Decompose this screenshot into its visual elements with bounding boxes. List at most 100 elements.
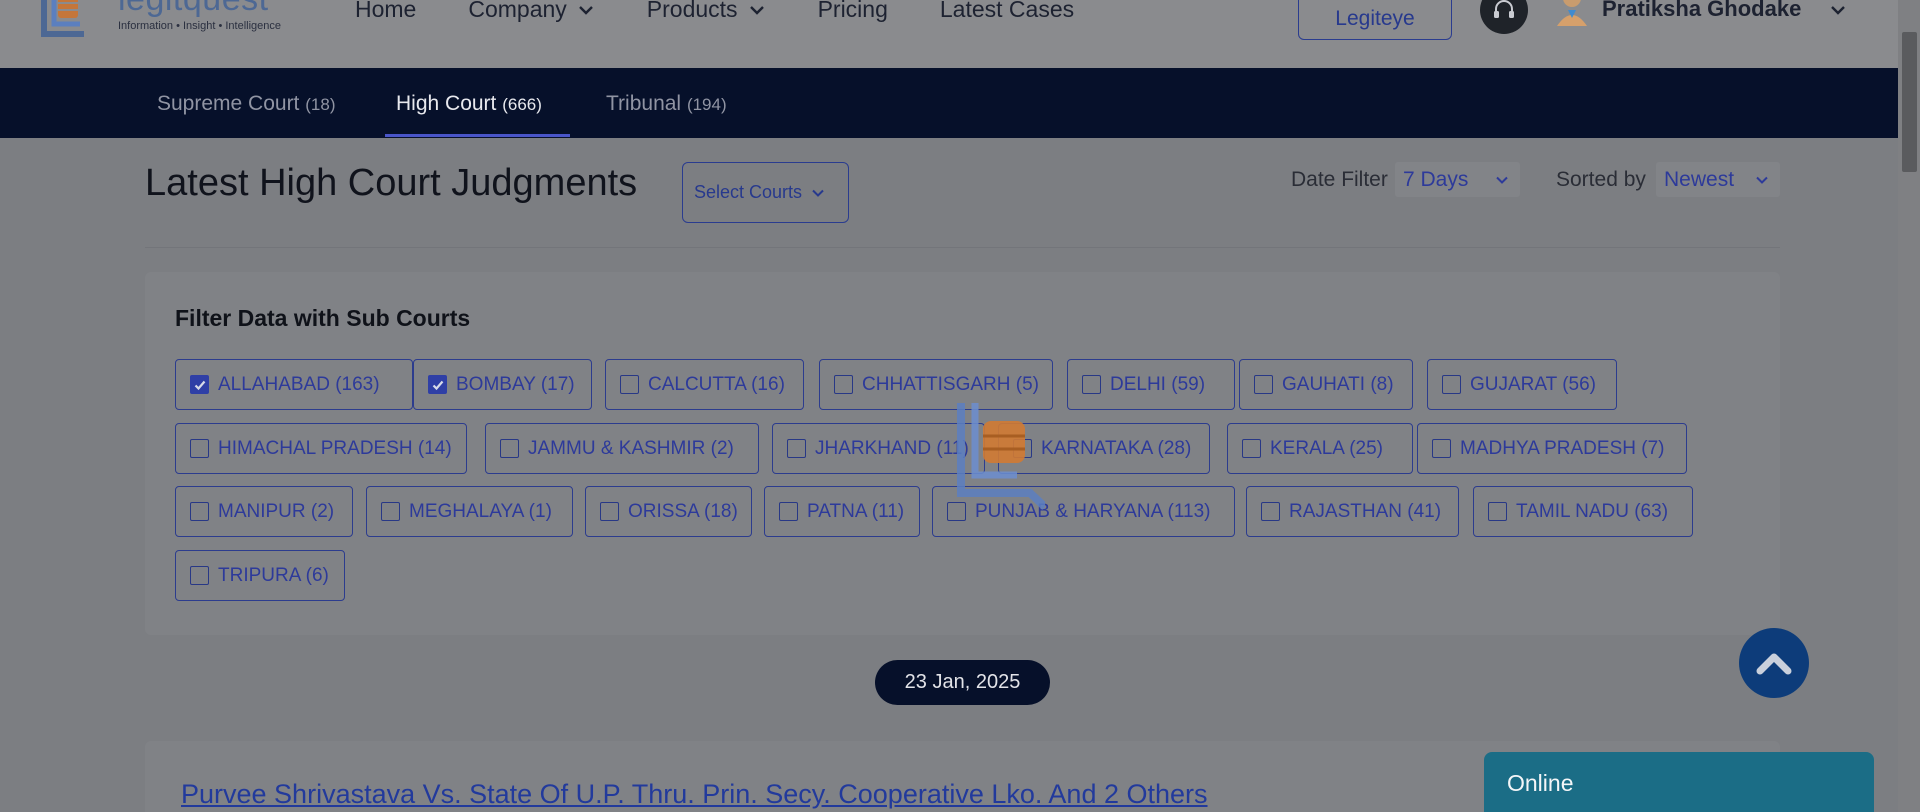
checkbox-icon[interactable]	[1254, 375, 1273, 394]
checkbox-icon[interactable]	[620, 375, 639, 394]
avatar[interactable]	[1555, 0, 1589, 26]
online-chat-widget[interactable]: Online	[1484, 752, 1874, 812]
sub-court-filter-chip[interactable]: PATNA (11)	[764, 486, 920, 537]
scrollbar-thumb[interactable]	[1902, 32, 1917, 172]
tab-high-court[interactable]: High Court (666)	[396, 92, 542, 116]
user-name[interactable]: Pratiksha Ghodake	[1602, 0, 1801, 22]
chip-label: MEGHALAYA (1)	[409, 500, 552, 522]
sub-court-filter-chip[interactable]: BOMBAY (17)	[413, 359, 592, 410]
chip-label: KARNATAKA (28)	[1041, 437, 1192, 459]
checkmark-icon	[432, 380, 443, 390]
sub-court-filter-chip[interactable]: ORISSA (18)	[585, 486, 752, 537]
checkbox-icon[interactable]	[600, 502, 619, 521]
chip-label: MADHYA PRADESH (7)	[1460, 437, 1665, 459]
sub-court-filter-chip[interactable]: TRIPURA (6)	[175, 550, 345, 601]
checkbox-icon[interactable]	[787, 439, 806, 458]
nav-item-latest-cases[interactable]: Latest Cases	[940, 0, 1074, 23]
chip-label: CALCUTTA (16)	[648, 373, 785, 395]
scrollbar[interactable]	[1898, 0, 1920, 812]
chevron-down-icon	[1496, 176, 1508, 184]
sorted-by-select[interactable]: Newest	[1656, 162, 1780, 197]
nav-item-label: Home	[355, 0, 417, 22]
checkbox-icon[interactable]	[1442, 375, 1461, 394]
scroll-to-top-button[interactable]	[1739, 628, 1809, 698]
legitquest-loader-icon	[957, 403, 1045, 510]
chip-label: GUJARAT (56)	[1470, 373, 1596, 395]
date-filter-label: Date Filter	[1291, 168, 1388, 191]
select-courts-dropdown[interactable]: Select Courts	[682, 162, 849, 223]
divider	[145, 247, 1780, 248]
chevron-down-icon[interactable]	[1828, 0, 1848, 20]
chip-label: PATNA (11)	[807, 500, 905, 522]
tab-label: High Court	[396, 92, 497, 115]
sub-court-filter-chip[interactable]: MANIPUR (2)	[175, 486, 353, 537]
main-nav: Home Company Products Pricing Latest Cases	[355, 0, 1074, 23]
nav-item-company[interactable]: Company	[468, 0, 594, 23]
chip-label: JHARKHAND (11)	[815, 437, 969, 459]
checkbox-icon[interactable]	[500, 439, 519, 458]
checkbox-icon[interactable]	[1242, 439, 1261, 458]
checkbox-icon[interactable]	[834, 375, 853, 394]
checkmark-icon	[194, 380, 205, 390]
chip-label: CHHATTISGARH (5)	[862, 373, 1039, 395]
checkbox-icon[interactable]	[1432, 439, 1451, 458]
checkbox-checked-icon[interactable]	[428, 375, 447, 394]
headset-icon	[1494, 0, 1514, 18]
logo-mark-icon	[41, 0, 84, 37]
tab-label: Supreme Court	[157, 92, 300, 115]
sub-court-filter-chip[interactable]: DELHI (59)	[1067, 359, 1235, 410]
nav-item-label: Products	[646, 0, 738, 22]
sub-court-filter-chip[interactable]: JAMMU & KASHMIR (2)	[485, 423, 759, 474]
sub-court-filter-chip[interactable]: KERALA (25)	[1227, 423, 1413, 474]
checkbox-icon[interactable]	[190, 502, 209, 521]
sub-court-filter-chip[interactable]: RAJASTHAN (41)	[1246, 486, 1459, 537]
chevron-up-icon	[1756, 653, 1792, 675]
chip-label: ORISSA (18)	[628, 500, 738, 522]
sub-court-filter-chip[interactable]: HIMACHAL PRADESH (14)	[175, 423, 467, 474]
checkbox-icon[interactable]	[1261, 502, 1280, 521]
chevron-down-icon	[578, 5, 593, 15]
chip-label: TRIPURA (6)	[218, 564, 329, 586]
checkbox-icon[interactable]	[779, 502, 798, 521]
logo-tagline: Information • Insight • Intelligence	[118, 20, 282, 32]
logo-text: legitquest	[118, 0, 269, 19]
checkbox-icon[interactable]	[1488, 502, 1507, 521]
nav-item-home[interactable]: Home	[355, 0, 416, 23]
sub-court-filter-chip[interactable]: MEGHALAYA (1)	[366, 486, 573, 537]
panel-title: Filter Data with Sub Courts	[175, 305, 471, 331]
chip-label: RAJASTHAN (41)	[1289, 500, 1442, 522]
sub-court-filter-chip[interactable]: MADHYA PRADESH (7)	[1417, 423, 1687, 474]
legiteye-button[interactable]: Legiteye	[1298, 0, 1452, 40]
page-title: Latest High Court Judgments	[145, 162, 638, 204]
sub-court-filter-chip[interactable]: CALCUTTA (16)	[605, 359, 804, 410]
sub-court-filter-chip[interactable]: ALLAHABAD (163)	[175, 359, 413, 410]
tab-count: (18)	[305, 95, 336, 114]
sub-court-filter-chip[interactable]: TAMIL NADU (63)	[1473, 486, 1693, 537]
nav-item-pricing[interactable]: Pricing	[818, 0, 888, 23]
checkbox-icon[interactable]	[190, 439, 209, 458]
checkbox-icon[interactable]	[190, 566, 209, 585]
checkbox-checked-icon[interactable]	[190, 375, 209, 394]
nav-item-label: Pricing	[817, 0, 888, 22]
sub-court-filter-chip[interactable]: GUJARAT (56)	[1427, 359, 1617, 410]
chip-label: ALLAHABAD (163)	[218, 373, 380, 395]
sorted-by-label: Sorted by	[1556, 168, 1646, 191]
chip-label: HIMACHAL PRADESH (14)	[218, 437, 452, 459]
logo[interactable]: legitquest Information • Insight • Intel…	[40, 0, 300, 44]
date-filter-select[interactable]: 7 Days	[1395, 162, 1520, 197]
sub-court-filter-chip[interactable]: JHARKHAND (11)	[772, 423, 985, 474]
sorted-by-value: Newest	[1664, 167, 1735, 191]
case-title-link[interactable]: Purvee Shrivastava Vs. State Of U.P. Thr…	[181, 779, 1208, 810]
chip-label: JAMMU & KASHMIR (2)	[528, 437, 734, 459]
tab-tribunal[interactable]: Tribunal (194)	[606, 92, 727, 116]
sub-court-filter-chip[interactable]: GAUHATI (8)	[1239, 359, 1413, 410]
chevron-down-icon	[1756, 176, 1768, 184]
nav-item-products[interactable]: Products	[647, 0, 766, 23]
checkbox-icon[interactable]	[381, 502, 400, 521]
date-filter-value: 7 Days	[1403, 167, 1469, 191]
checkbox-icon[interactable]	[1082, 375, 1101, 394]
nav-item-label: Latest Cases	[939, 0, 1075, 22]
select-courts-label: Select Courts	[694, 182, 803, 202]
headset-support-icon[interactable]	[1480, 0, 1528, 34]
tab-supreme-court[interactable]: Supreme Court (18)	[157, 92, 335, 116]
